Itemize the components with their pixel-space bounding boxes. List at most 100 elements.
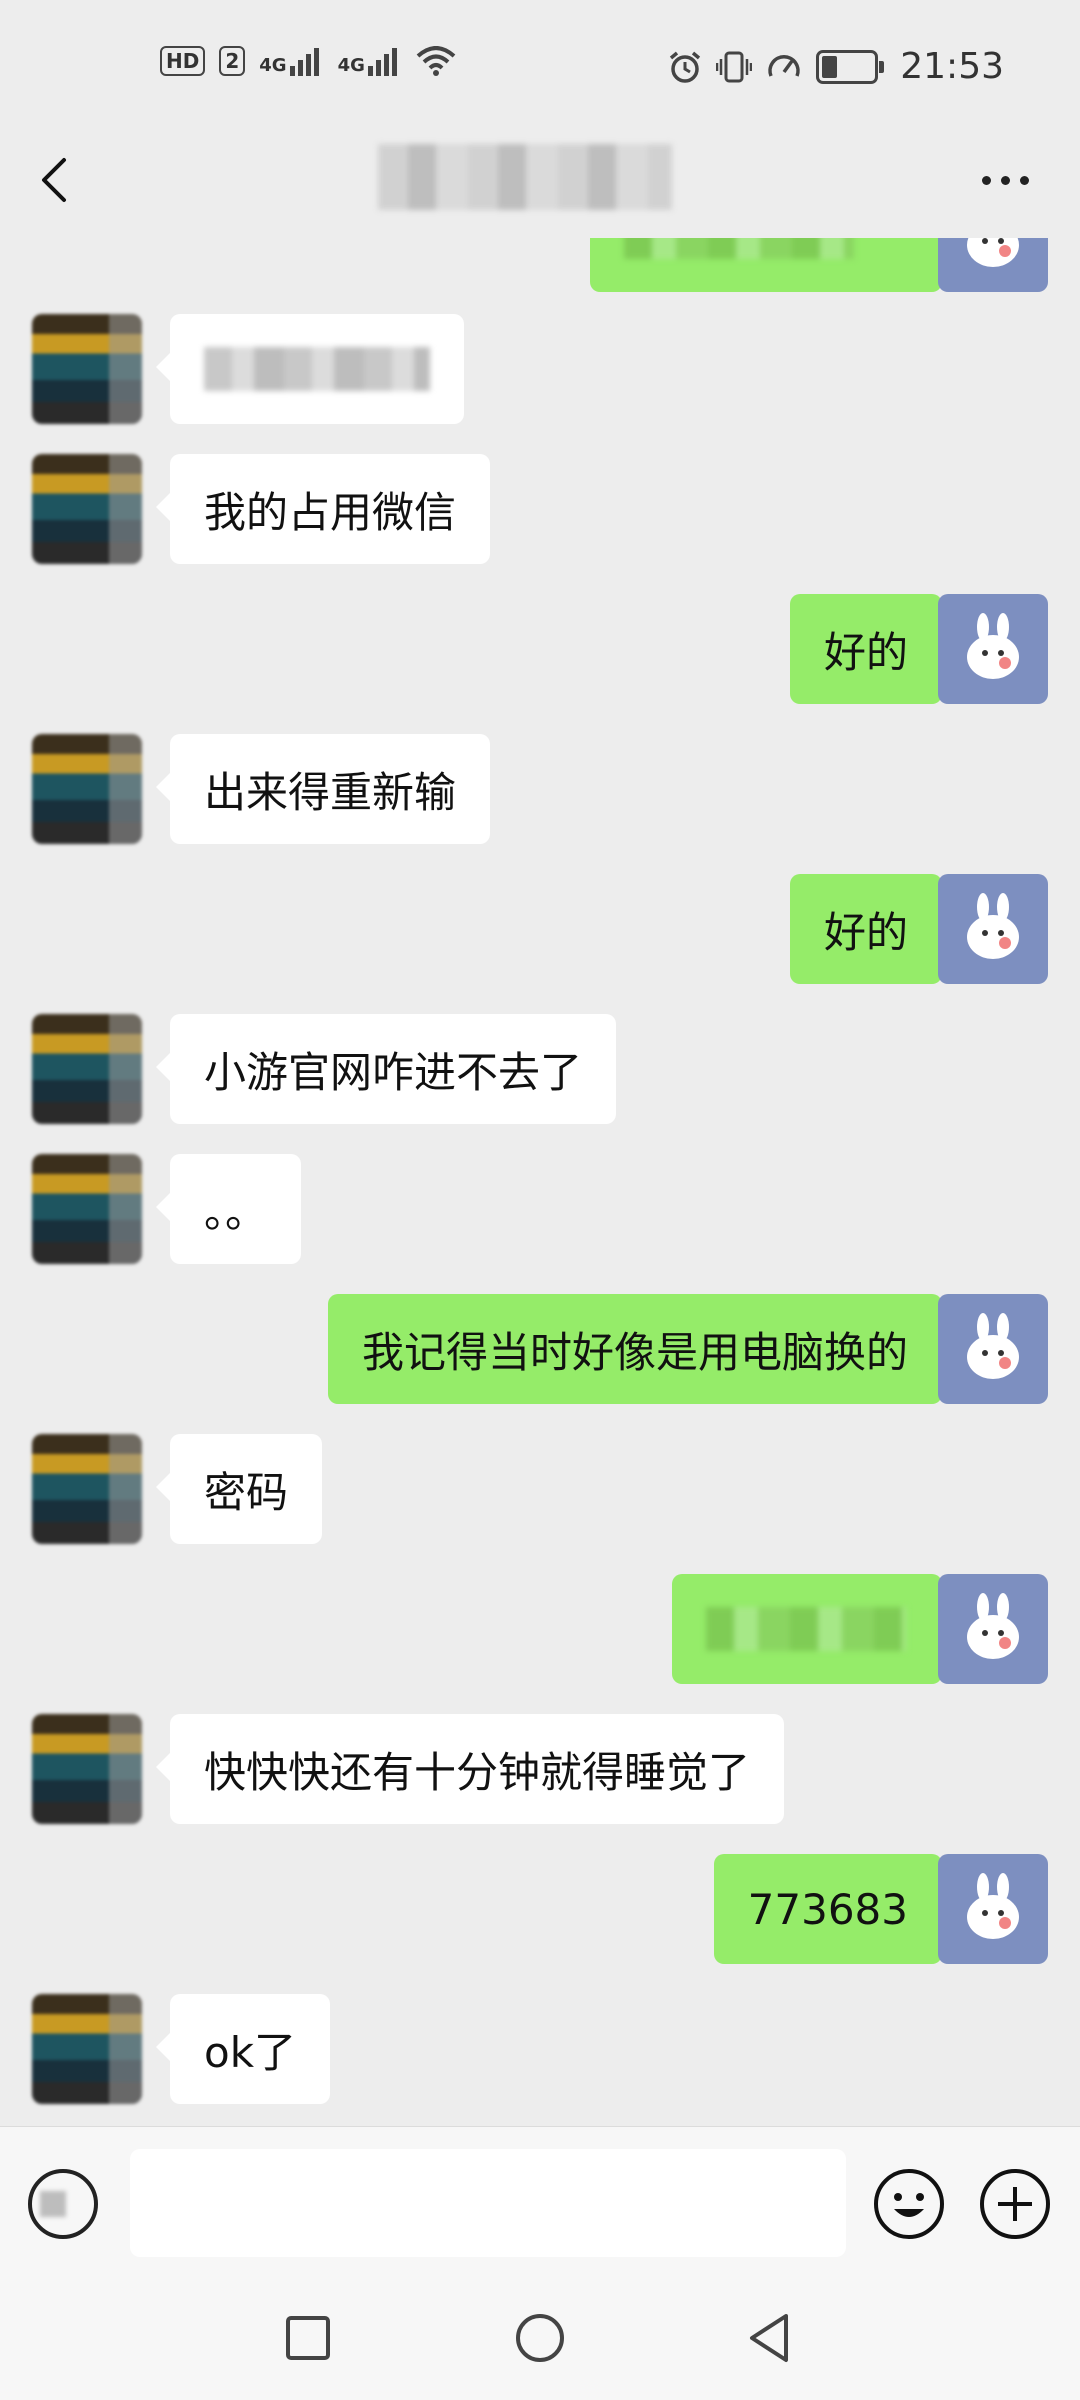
redacted-text	[624, 238, 854, 259]
message-bubble[interactable]: 我的占用微信	[155, 454, 491, 564]
message-bubble[interactable]: 。。	[155, 1154, 302, 1264]
recent-apps-button[interactable]	[278, 2308, 338, 2368]
more-icon-dot	[1019, 175, 1029, 185]
back-button[interactable]	[26, 140, 106, 220]
status-left: HD 2 4G 4G	[160, 46, 456, 76]
avatar[interactable]	[938, 874, 1048, 984]
rabbit-avatar-icon	[967, 1313, 1019, 1379]
chat-title-redacted	[378, 144, 672, 210]
avatar[interactable]	[938, 238, 1048, 292]
status-bar: HD 2 4G 4G 21:53	[0, 0, 1080, 136]
avatar[interactable]	[32, 314, 142, 424]
signal-bars-icon	[289, 48, 319, 76]
message-bubble[interactable]	[590, 238, 956, 292]
avatar[interactable]	[32, 1154, 142, 1264]
message-bubble[interactable]: 小游官网咋进不去了	[155, 1014, 617, 1124]
message-row-me: 好的	[0, 594, 1080, 704]
message-bubble[interactable]: 773683	[713, 1854, 957, 1964]
rabbit-avatar-icon	[967, 1873, 1019, 1939]
more-icon	[981, 175, 991, 185]
emoji-button[interactable]	[872, 2167, 946, 2241]
rabbit-avatar-icon	[967, 238, 1019, 267]
message-text: 好的	[823, 907, 908, 957]
avatar[interactable]	[32, 454, 142, 564]
message-text: 小游官网咋进不去了	[204, 1047, 583, 1097]
avatar[interactable]	[32, 734, 142, 844]
status-time: 21:53	[900, 46, 1004, 87]
avatar[interactable]	[938, 1294, 1048, 1404]
message-text: 快快快还有十分钟就得睡觉了	[204, 1747, 751, 1797]
message-row-other: 出来得重新输	[0, 734, 1080, 844]
message-row-other: 我的占用微信	[0, 454, 1080, 564]
back-icon	[750, 2314, 788, 2362]
rabbit-avatar-icon	[967, 1593, 1019, 1659]
message-row-other	[0, 314, 1080, 424]
message-bubble[interactable]: 好的	[789, 874, 957, 984]
redacted-text	[706, 1607, 906, 1651]
message-bubble[interactable]: 我记得当时好像是用电脑换的	[327, 1294, 957, 1404]
avatar[interactable]	[32, 1714, 142, 1824]
nav-back-button[interactable]	[740, 2308, 800, 2368]
message-bubble[interactable]: 密码	[155, 1434, 323, 1544]
message-bubble[interactable]: 快快快还有十分钟就得睡觉了	[155, 1714, 785, 1824]
message-text: 我记得当时好像是用电脑换的	[361, 1327, 908, 1377]
message-text: 出来得重新输	[204, 767, 457, 817]
avatar[interactable]	[938, 594, 1048, 704]
message-text: 我的占用微信	[204, 487, 457, 537]
input-bar	[0, 2126, 1080, 2279]
signal-icon: 4G	[259, 46, 323, 76]
alarm-icon	[670, 51, 701, 83]
wifi-icon	[416, 46, 456, 76]
message-text: 。。	[204, 1187, 268, 1237]
message-row-other: 小游官网咋进不去了	[0, 1014, 1080, 1124]
avatar[interactable]	[938, 1854, 1048, 1964]
network-type-label: 4G	[259, 55, 287, 76]
message-bubble[interactable]: 好的	[789, 594, 957, 704]
message-bubble[interactable]: 出来得重新输	[155, 734, 491, 844]
message-text: 好的	[823, 627, 908, 677]
message-text: 773683	[747, 1884, 908, 1934]
message-bubble[interactable]	[672, 1574, 956, 1684]
rabbit-avatar-icon	[967, 893, 1019, 959]
message-row-other: 。。	[0, 1154, 1080, 1264]
message-row-other: 快快快还有十分钟就得睡觉了	[0, 1714, 1080, 1824]
message-row-me: 我记得当时好像是用电脑换的	[0, 1294, 1080, 1404]
more-icon-dot	[1000, 175, 1010, 185]
chevron-left-icon	[42, 158, 66, 202]
message-row-me	[0, 238, 1080, 292]
chat-header	[0, 120, 1080, 238]
recent-apps-icon	[286, 2316, 330, 2360]
message-text: ok了	[204, 2027, 297, 2077]
more-button[interactable]	[970, 160, 1040, 200]
avatar[interactable]	[32, 1014, 142, 1124]
message-list[interactable]: 我的占用微信 好的 出来得重新输 好的 小游官网咋进不去了 。。 我记得当时好像…	[0, 238, 1080, 2126]
emoji-icon	[874, 2169, 944, 2239]
voice-button[interactable]	[28, 2169, 98, 2239]
message-bubble[interactable]: ok了	[155, 1994, 331, 2104]
message-row-me: 773683	[0, 1854, 1080, 1964]
plus-icon	[980, 2169, 1050, 2239]
avatar[interactable]	[32, 1994, 142, 2104]
message-text: 密码	[204, 1467, 289, 1517]
hd-badge: HD	[160, 46, 206, 76]
redacted-text	[204, 347, 430, 391]
message-input[interactable]	[130, 2149, 846, 2257]
avatar[interactable]	[938, 1574, 1048, 1684]
battery-icon	[816, 49, 885, 84]
signal-bars-icon-2	[367, 48, 397, 76]
message-row-other: 密码	[0, 1434, 1080, 1544]
message-row-other: ok了	[0, 1994, 1080, 2104]
system-nav-bar	[0, 2278, 1080, 2400]
more-functions-button[interactable]	[978, 2167, 1052, 2241]
status-right: 21:53	[668, 46, 1004, 87]
message-bubble[interactable]	[156, 314, 464, 424]
message-row-me: 好的	[0, 874, 1080, 984]
vibrate-icon	[716, 51, 753, 82]
home-icon	[516, 2314, 564, 2362]
signal-icon-2: 4G	[338, 46, 402, 76]
rabbit-avatar-icon	[967, 613, 1019, 679]
message-row-me	[0, 1574, 1080, 1684]
avatar[interactable]	[32, 1434, 142, 1544]
sim-badge: 2	[219, 46, 246, 76]
home-button[interactable]	[510, 2308, 570, 2368]
